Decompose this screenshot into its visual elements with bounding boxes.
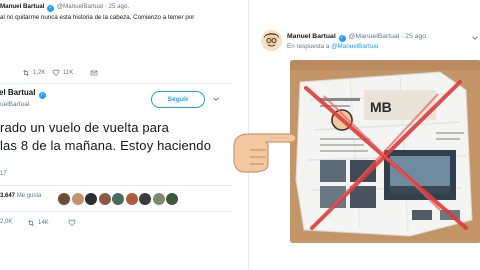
- reply-to-link[interactable]: @ManuelBartual: [331, 43, 378, 50]
- tweet1-author-name[interactable]: Manuel Bartual: [0, 3, 44, 10]
- reply-context: En respuesta a @ManuelBartual: [287, 43, 378, 50]
- mail-icon: [90, 70, 98, 76]
- divider: [0, 185, 232, 186]
- tweet2-actions: 2,0K 14K: [0, 219, 232, 229]
- avatar[interactable]: [139, 193, 151, 205]
- avatar[interactable]: [166, 193, 178, 205]
- crumpled-printout-image: MB: [290, 60, 480, 243]
- tweet2-author-name[interactable]: el Bartual: [0, 88, 35, 97]
- verified-icon: ✓: [47, 5, 55, 12]
- tweet2-handle[interactable]: uelBartual: [0, 101, 29, 108]
- tweet1-text: al no quitarme nunca esta historia de la…: [0, 14, 195, 21]
- tweet1-handle[interactable]: @ManuelBartual: [57, 3, 103, 10]
- avatar[interactable]: [98, 193, 111, 205]
- reply-prefix: En respuesta a: [287, 43, 330, 50]
- retweet-button[interactable]: 14K: [27, 219, 49, 227]
- retweet-icon: [28, 220, 34, 226]
- chevron-down-icon[interactable]: [213, 96, 219, 102]
- avatar[interactable]: [112, 193, 124, 205]
- tweet1-actions: 1,2K 11K: [0, 69, 232, 79]
- reply-button[interactable]: 2,0K: [0, 219, 12, 225]
- like-button[interactable]: [68, 219, 76, 227]
- likes-stat[interactable]: 3.647 Me gusta: [0, 193, 41, 199]
- tweet2-timestamp[interactable]: 17: [0, 171, 7, 177]
- heart-icon: [52, 69, 60, 76]
- tweet2-text-line-1: rado un vuelo de vuelta para: [0, 120, 169, 135]
- chevron-down-icon[interactable]: [472, 35, 478, 41]
- reply-date[interactable]: · 25 ago.: [401, 33, 428, 40]
- tweet1-header: Manuel Bartual ✓ @ManuelBartual · 25 ago…: [0, 3, 232, 12]
- like-count: 11K: [63, 70, 74, 76]
- retweet-count: 14K: [38, 220, 49, 226]
- retweet-button[interactable]: 1,2K: [22, 69, 45, 77]
- tweet-panel-left: Manuel Bartual ✓ @ManuelBartual · 25 ago…: [0, 0, 232, 270]
- avatar[interactable]: [125, 193, 138, 205]
- tweet1-date[interactable]: · 25 ago.: [105, 3, 129, 10]
- follow-button[interactable]: Seguir: [151, 91, 205, 108]
- reply-count: 2,0K: [0, 219, 13, 225]
- pointing-hand-emoji: [233, 133, 297, 173]
- divider: [0, 211, 232, 212]
- avatar[interactable]: [152, 193, 165, 205]
- tweet2-header: el Bartual ✓: [0, 88, 47, 99]
- reply-header: Manuel Bartual ✓ @ManuelBartual · 25 ago…: [287, 33, 428, 42]
- retweet-icon: [23, 70, 29, 76]
- like-button[interactable]: 11K: [52, 69, 73, 77]
- verified-icon: ✓: [38, 92, 46, 99]
- avatar[interactable]: [58, 193, 70, 205]
- liker-avatars: [58, 193, 178, 205]
- dm-button[interactable]: [90, 69, 98, 77]
- reply-author-name[interactable]: Manuel Bartual: [287, 33, 336, 40]
- avatar[interactable]: [71, 193, 84, 205]
- avatar[interactable]: [261, 30, 282, 51]
- divider: [0, 83, 232, 84]
- svg-text:MB: MB: [370, 99, 392, 115]
- avatar[interactable]: [85, 193, 97, 205]
- likes-count: 3.647: [0, 193, 16, 199]
- tweet-photo[interactable]: MB: [290, 60, 480, 243]
- likes-label: Me gusta: [16, 193, 42, 199]
- retweet-count: 1,2K: [33, 70, 46, 76]
- tweet2-text-line-2: las 8 de la mañana. Estoy haciendo: [0, 138, 212, 153]
- verified-icon: ✓: [338, 35, 346, 42]
- reply-handle[interactable]: @ManuelBartual: [349, 33, 400, 40]
- heart-icon: [68, 219, 76, 226]
